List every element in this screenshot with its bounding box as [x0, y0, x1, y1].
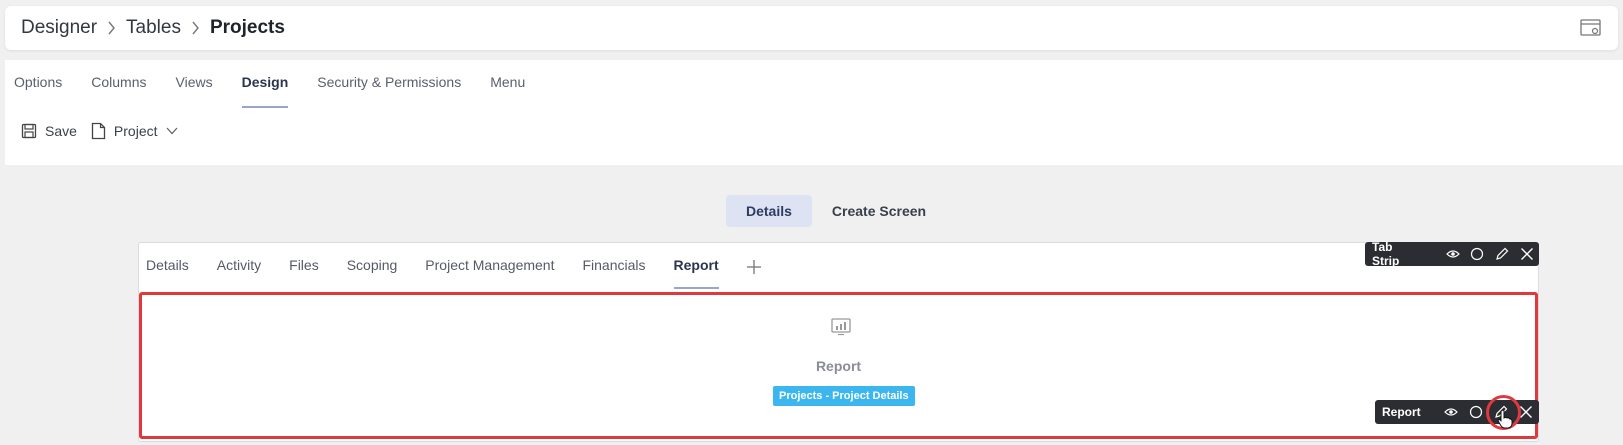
circle-icon[interactable] — [1465, 242, 1490, 266]
chevron-right-icon — [107, 21, 116, 35]
tab-security-permissions[interactable]: Security & Permissions — [317, 74, 461, 108]
designer-tab-details[interactable]: Details — [146, 257, 189, 289]
tab-options[interactable]: Options — [14, 74, 62, 108]
top-bar: Designer Tables Projects — [5, 6, 1618, 50]
report-control[interactable]: Report Projects - Project Details — [139, 292, 1538, 439]
save-button[interactable]: Save — [21, 123, 77, 139]
design-panel: Options Columns Views Design Security & … — [5, 60, 1623, 165]
eye-icon[interactable] — [1439, 400, 1464, 424]
create-screen-segment-button[interactable]: Create Screen — [812, 195, 946, 227]
designer-tabs: Details Activity Files Scoping Project M… — [146, 257, 789, 289]
design-toolbar: Save Project — [21, 122, 200, 140]
details-segment-button[interactable]: Details — [726, 195, 812, 227]
add-tab-button[interactable] — [746, 251, 761, 283]
breadcrumb: Designer Tables Projects — [21, 6, 285, 50]
breadcrumb-current: Projects — [209, 17, 285, 38]
plus-icon — [746, 260, 761, 274]
close-icon[interactable] — [1514, 242, 1539, 266]
circle-icon[interactable] — [1464, 400, 1489, 424]
report-chart-icon — [831, 318, 851, 341]
designer-tab-files[interactable]: Files — [289, 257, 319, 289]
screen-segment: Details Create Screen — [726, 195, 946, 227]
tab-design[interactable]: Design — [241, 74, 288, 108]
tab-strip-toolbar-label: Tab Strip — [1372, 240, 1400, 268]
tab-columns[interactable]: Columns — [91, 74, 146, 108]
hand-cursor-icon — [1497, 409, 1513, 434]
designer-tab-financials[interactable]: Financials — [582, 257, 645, 289]
designer-tab-activity[interactable]: Activity — [217, 257, 261, 289]
view-panel-icon[interactable] — [1580, 18, 1602, 38]
chevron-down-icon — [166, 127, 177, 135]
save-icon — [21, 123, 37, 139]
report-label: Report — [815, 358, 862, 374]
entity-dropdown[interactable]: Project — [91, 122, 186, 140]
tab-strip-toolbar: Tab Strip — [1365, 240, 1539, 268]
tab-views[interactable]: Views — [176, 74, 213, 108]
designer-tab-project-management[interactable]: Project Management — [425, 257, 554, 289]
entity-label: Project — [113, 123, 158, 139]
report-toolbar-label: Report — [1382, 405, 1421, 419]
main-tabs: Options Columns Views Design Security & … — [14, 74, 554, 108]
designer-tab-scoping[interactable]: Scoping — [347, 257, 398, 289]
breadcrumb-tables[interactable]: Tables — [126, 17, 181, 39]
report-source-badge: Projects - Project Details — [773, 386, 915, 406]
tab-menu[interactable]: Menu — [490, 74, 525, 108]
pencil-icon[interactable] — [1490, 242, 1515, 266]
breadcrumb-designer[interactable]: Designer — [21, 17, 97, 39]
chevron-right-icon — [191, 21, 200, 35]
designer-tab-report[interactable]: Report — [673, 257, 719, 289]
eye-icon[interactable] — [1440, 242, 1465, 266]
document-icon — [91, 122, 106, 140]
save-label: Save — [45, 123, 77, 139]
